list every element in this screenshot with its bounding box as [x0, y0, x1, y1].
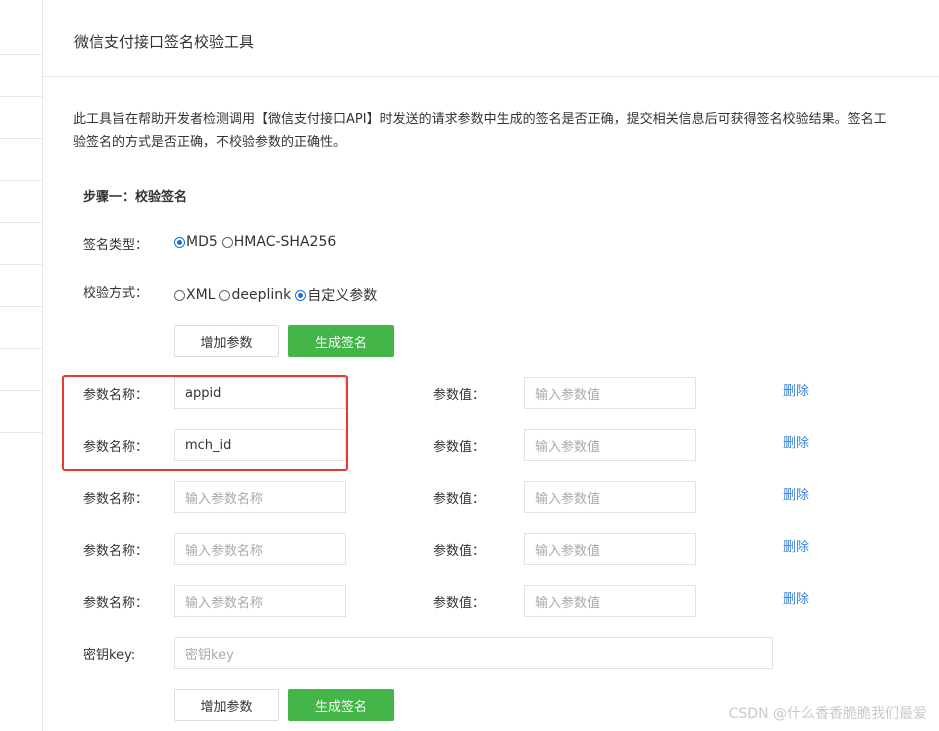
verify-mode-option-custom[interactable]: 自定义参数	[295, 285, 377, 305]
delete-param-link[interactable]: 删除	[783, 380, 809, 399]
title-divider	[43, 76, 939, 77]
generate-sign-button[interactable]: 生成签名	[288, 325, 394, 357]
param-value-label: 参数值：	[433, 544, 486, 559]
param-name-input[interactable]: 输入参数名称	[174, 533, 346, 565]
sidebar-divider	[0, 222, 42, 223]
sign-type-option-hmac[interactable]: HMAC-SHA256	[221, 234, 337, 250]
page-title: 微信支付接口签名校验工具	[74, 33, 255, 51]
main-panel: 微信支付接口签名校验工具 此工具旨在帮助开发者检测调用【微信支付接口API】时发…	[43, 0, 939, 731]
generate-sign-button-bottom[interactable]: 生成签名	[288, 689, 394, 721]
radio-label: XML	[186, 287, 216, 303]
verify-mode-option-xml[interactable]: XML	[174, 287, 215, 303]
delete-param-link[interactable]: 删除	[783, 484, 809, 503]
left-sidebar	[0, 0, 43, 731]
param-name-label: 参数名称：	[83, 492, 149, 507]
radio-label: deeplink	[231, 287, 292, 303]
param-value-input[interactable]: 输入参数值	[524, 429, 696, 461]
delete-param-link[interactable]: 删除	[783, 588, 809, 607]
param-value-label: 参数值：	[433, 596, 486, 611]
param-name-input[interactable]: 输入参数名称	[174, 481, 346, 513]
step-title: 步骤一：校验签名	[83, 190, 188, 205]
radio-md5[interactable]	[174, 236, 185, 248]
radio-hmac-sha256[interactable]	[221, 236, 233, 248]
radio-deeplink[interactable]	[219, 289, 231, 301]
param-value-label: 参数值：	[433, 440, 486, 455]
delete-param-link[interactable]: 删除	[783, 432, 809, 451]
radio-label: MD5	[186, 234, 218, 250]
radio-label: HMAC-SHA256	[233, 234, 337, 250]
param-value-label: 参数值：	[433, 388, 486, 403]
radio-custom-params[interactable]	[295, 289, 307, 301]
highlight-annotation-box	[62, 375, 348, 471]
sidebar-divider	[0, 432, 42, 433]
verify-mode-radio-group: XML deeplink 自定义参数	[174, 285, 381, 305]
verify-mode-label: 校验方式：	[83, 286, 149, 301]
param-value-input[interactable]: 输入参数值	[524, 377, 696, 409]
param-name-label: 参数名称：	[83, 544, 149, 559]
sidebar-divider	[0, 264, 42, 265]
param-value-label: 参数值：	[433, 492, 486, 507]
param-name-input[interactable]: 输入参数名称	[174, 585, 346, 617]
param-name-label: 参数名称：	[83, 596, 149, 611]
param-value-input[interactable]: 输入参数值	[524, 533, 696, 565]
description-line: 此工具旨在帮助开发者检测调用【微信支付接口API】时发送的请求参数中生成的签名是…	[73, 112, 887, 127]
description-line: 验签名的方式是否正确，不校验参数的正确性。	[73, 135, 347, 150]
sidebar-divider	[0, 54, 42, 55]
sign-type-option-md5[interactable]: MD5	[174, 234, 218, 250]
watermark-text: CSDN @什么香香脆脆我们最爱	[728, 706, 927, 722]
verify-mode-option-deeplink[interactable]: deeplink	[219, 287, 291, 303]
sidebar-divider	[0, 138, 42, 139]
secret-key-input[interactable]: 密钥key	[174, 637, 773, 669]
sidebar-divider	[0, 96, 42, 97]
sidebar-divider	[0, 180, 42, 181]
radio-xml[interactable]	[174, 289, 185, 301]
sign-type-radio-group: MD5 HMAC-SHA256	[174, 234, 340, 250]
sidebar-divider	[0, 390, 42, 391]
radio-label: 自定义参数	[307, 288, 378, 304]
sidebar-divider	[0, 306, 42, 307]
add-param-button-bottom[interactable]: 增加参数	[174, 689, 279, 721]
secret-key-label: 密钥key:	[83, 648, 136, 663]
sidebar-divider	[0, 348, 42, 349]
page-description: 此工具旨在帮助开发者检测调用【微信支付接口API】时发送的请求参数中生成的签名是…	[73, 108, 939, 154]
sign-type-label: 签名类型：	[83, 238, 149, 253]
add-param-button[interactable]: 增加参数	[174, 325, 279, 357]
delete-param-link[interactable]: 删除	[783, 536, 809, 555]
param-value-input[interactable]: 输入参数值	[524, 481, 696, 513]
param-value-input[interactable]: 输入参数值	[524, 585, 696, 617]
